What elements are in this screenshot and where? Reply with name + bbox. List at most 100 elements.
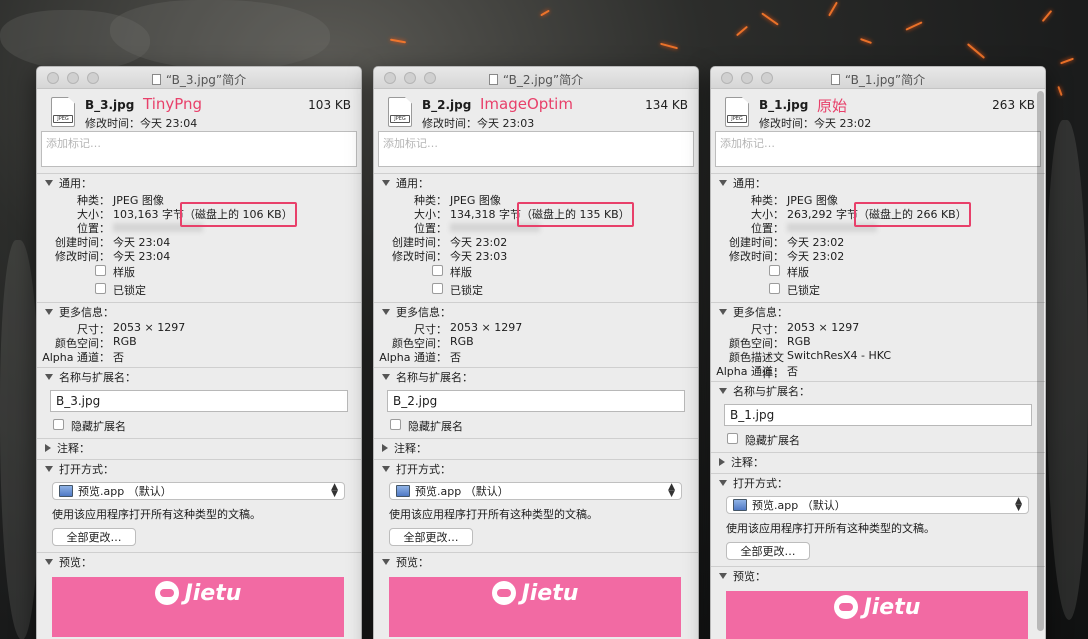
- change-all-button[interactable]: 全部更改…: [726, 542, 810, 560]
- stationery-checkbox[interactable]: [769, 265, 780, 276]
- locked-checkbox[interactable]: [95, 283, 106, 294]
- disclosure-down-icon: [382, 559, 390, 565]
- tags-input[interactable]: 添加标记…: [715, 131, 1041, 167]
- jietu-logo-icon: [833, 595, 858, 619]
- locked-checkbox-row[interactable]: 已锁定: [37, 280, 361, 298]
- section-general-header[interactable]: 通用：: [374, 174, 698, 192]
- file-size: 263 KB: [992, 98, 1035, 112]
- disclosure-down-icon: [382, 180, 390, 186]
- change-all-button[interactable]: 全部更改…: [389, 528, 473, 546]
- stationery-checkbox[interactable]: [95, 265, 106, 276]
- more-info-value: SwitchResX4 - HKC: [787, 349, 892, 362]
- jietu-logo-icon: [491, 581, 516, 605]
- section-name-extension-header[interactable]: 名称与扩展名：: [374, 368, 698, 386]
- stationery-checkbox-row[interactable]: 样版: [37, 262, 361, 280]
- disclosure-down-icon: [382, 309, 390, 315]
- popup-arrows-icon: ▲ ▼: [668, 482, 675, 499]
- disclosure-down-icon: [45, 180, 53, 186]
- jpeg-file-icon: JPEG: [388, 97, 412, 127]
- document-icon: [830, 74, 840, 85]
- window-title-text: “B_1.jpg”简介: [844, 73, 926, 87]
- popup-arrows-icon: ▲ ▼: [331, 482, 338, 499]
- locked-label: 已锁定: [450, 284, 483, 297]
- highlight-box: [516, 202, 634, 227]
- section-comments-header[interactable]: 注释：: [374, 439, 698, 457]
- info-window-b2: “B_2.jpg”简介 JPEG B_2.jpg ImageOptim 134 …: [373, 66, 699, 639]
- preview-brand: Jietu: [521, 581, 579, 606]
- stationery-checkbox-row[interactable]: 样版: [711, 262, 1045, 280]
- disclosure-down-icon: [45, 309, 53, 315]
- section-preview-header[interactable]: 预览：: [37, 553, 361, 571]
- open-with-popup[interactable]: 预览.app （默认） ▲ ▼: [52, 482, 345, 500]
- title-bar[interactable]: “B_2.jpg”简介: [374, 67, 698, 89]
- section-name-extension-header[interactable]: 名称与扩展名：: [37, 368, 361, 386]
- filename-field[interactable]: B_2.jpg: [387, 390, 685, 412]
- change-all-button[interactable]: 全部更改…: [52, 528, 136, 546]
- hide-extension-checkbox[interactable]: [390, 419, 401, 430]
- section-comments-header[interactable]: 注释：: [37, 439, 361, 457]
- locked-checkbox-row[interactable]: 已锁定: [711, 280, 1045, 298]
- popup-arrows-icon: ▲ ▼: [1015, 496, 1022, 513]
- stationery-label: 样版: [787, 266, 809, 279]
- section-open-with-header[interactable]: 打开方式：: [711, 474, 1045, 492]
- tags-input[interactable]: 添加标记…: [378, 131, 694, 167]
- section-more-info-header[interactable]: 更多信息：: [374, 303, 698, 321]
- open-with-description: 使用该应用程序打开所有这种类型的文稿。: [726, 522, 935, 535]
- stationery-checkbox-row[interactable]: 样版: [374, 262, 698, 280]
- hide-extension-row[interactable]: 隐藏扩展名: [374, 416, 698, 434]
- stationery-label: 样版: [450, 266, 472, 279]
- modified-time: 修改时间：今天 23:02: [759, 117, 872, 130]
- preview-app-icon: [396, 485, 410, 497]
- hide-extension-row[interactable]: 隐藏扩展名: [37, 416, 361, 434]
- disclosure-down-icon: [382, 374, 390, 380]
- section-name-extension-header[interactable]: 名称与扩展名：: [711, 382, 1045, 400]
- stationery-label: 样版: [113, 266, 135, 279]
- open-with-description: 使用该应用程序打开所有这种类型的文稿。: [52, 508, 261, 521]
- scrollbar[interactable]: [1037, 91, 1044, 631]
- filename-field[interactable]: B_1.jpg: [724, 404, 1032, 426]
- file-header: JPEG B_1.jpg 原始 263 KB 修改时间：今天 23:02: [711, 89, 1045, 131]
- section-comments-header[interactable]: 注释：: [711, 453, 1045, 471]
- filename-field[interactable]: B_3.jpg: [50, 390, 348, 412]
- section-general-header[interactable]: 通用：: [37, 174, 361, 192]
- window-title: “B_3.jpg”简介: [37, 71, 361, 88]
- image-preview: Jietu: [52, 577, 344, 637]
- jpeg-file-icon: JPEG: [51, 97, 75, 127]
- open-with-popup[interactable]: 预览.app （默认） ▲ ▼: [726, 496, 1029, 514]
- section-comments: 注释：: [711, 453, 1045, 471]
- open-with-popup[interactable]: 预览.app （默认） ▲ ▼: [389, 482, 682, 500]
- section-more-info: 更多信息： 尺寸： 2053 × 1297 颜色空间： RGB Alpha 通道：否: [37, 303, 361, 364]
- locked-checkbox-row[interactable]: 已锁定: [374, 280, 698, 298]
- preview-app-icon: [733, 499, 747, 511]
- section-name-extension: 名称与扩展名： B_3.jpg 隐藏扩展名: [37, 368, 361, 434]
- hide-extension-checkbox[interactable]: [53, 419, 64, 430]
- hide-extension-row[interactable]: 隐藏扩展名: [711, 430, 1045, 448]
- info-window-b1: “B_1.jpg”简介 JPEG B_1.jpg 原始 263 KB 修改时间：…: [710, 66, 1046, 639]
- open-with-app: 预览.app （默认）: [78, 485, 172, 498]
- title-bar[interactable]: “B_3.jpg”简介: [37, 67, 361, 89]
- tags-input[interactable]: 添加标记…: [41, 131, 357, 167]
- section-open-with-header[interactable]: 打开方式：: [37, 460, 361, 478]
- stationery-checkbox[interactable]: [432, 265, 443, 276]
- disclosure-down-icon: [382, 466, 390, 472]
- open-with-description: 使用该应用程序打开所有这种类型的文稿。: [389, 508, 598, 521]
- section-preview-header[interactable]: 预览：: [374, 553, 698, 571]
- locked-checkbox[interactable]: [432, 283, 443, 294]
- modified-time: 修改时间：今天 23:04: [85, 117, 198, 130]
- window-title: “B_1.jpg”简介: [711, 71, 1045, 88]
- section-more-info-header[interactable]: 更多信息：: [37, 303, 361, 321]
- section-preview: 预览： Jietu: [374, 553, 698, 637]
- section-name-extension: 名称与扩展名： B_2.jpg 隐藏扩展名: [374, 368, 698, 434]
- section-more-info-header[interactable]: 更多信息：: [711, 303, 1045, 321]
- locked-checkbox[interactable]: [769, 283, 780, 294]
- modified-time: 修改时间：今天 23:03: [422, 117, 535, 130]
- section-general-header[interactable]: 通用：: [711, 174, 1045, 192]
- disclosure-down-icon: [719, 573, 727, 579]
- section-preview-header[interactable]: 预览：: [711, 567, 1045, 585]
- preview-brand: Jietu: [184, 581, 242, 606]
- disclosure-right-icon: [45, 444, 51, 452]
- title-bar[interactable]: “B_1.jpg”简介: [711, 67, 1045, 89]
- open-with-app: 预览.app （默认）: [752, 499, 846, 512]
- hide-extension-checkbox[interactable]: [727, 433, 738, 444]
- section-open-with-header[interactable]: 打开方式：: [374, 460, 698, 478]
